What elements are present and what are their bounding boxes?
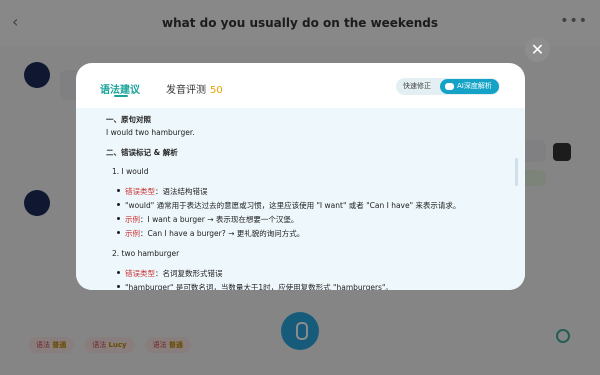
tab-pronunciation[interactable]: 发音评测 50: [166, 81, 223, 96]
analysis-content: 一、原句对照 I would two hamburger. 二、错误标记 & 解…: [76, 108, 525, 290]
error-heading: 2. two hamburger: [112, 249, 180, 258]
error-type: 错误类型：名词复数形式错误: [125, 269, 223, 278]
section-title: 一、原句对照: [106, 115, 151, 124]
mode-ai-label: AI深度解析: [457, 82, 492, 90]
error-explanation: "would" 通常用于表达过去的意愿或习惯，这里应该使用 "I want" 或…: [125, 201, 461, 210]
grammar-modal: 语法建议 发音评测 50 快速修正 AI深度解析 一、原句对照 I would t…: [76, 63, 525, 290]
mode-toggle: 快速修正 AI深度解析: [396, 78, 500, 95]
tab-grammar[interactable]: 语法建议: [100, 81, 140, 96]
section-title: 二、错误标记 & 解析: [106, 148, 178, 157]
mode-quick-fix[interactable]: 快速修正: [403, 81, 431, 91]
tab-active-indicator: [114, 95, 128, 97]
error-heading: 1. I would: [112, 167, 149, 176]
example: 示例：Can I have a burger? → 更礼貌的询问方式。: [125, 229, 305, 238]
tab-pronunciation-label: 发音评测: [166, 85, 206, 96]
original-sentence: I would two hamburger.: [106, 128, 195, 137]
scrollbar[interactable]: [515, 158, 518, 186]
error-type: 错误类型：语法结构错误: [125, 187, 208, 196]
close-button[interactable]: ✕: [525, 37, 550, 62]
mode-ai-analysis[interactable]: AI深度解析: [440, 79, 499, 94]
ai-icon: [445, 83, 454, 90]
example: 示例：I want a burger → 表示现在想要一个汉堡。: [125, 215, 299, 224]
pronunciation-score: 50: [210, 85, 223, 96]
error-explanation: "hamburger" 是可数名词，当数量大于1时，应使用复数形式 "hambu…: [125, 283, 393, 290]
